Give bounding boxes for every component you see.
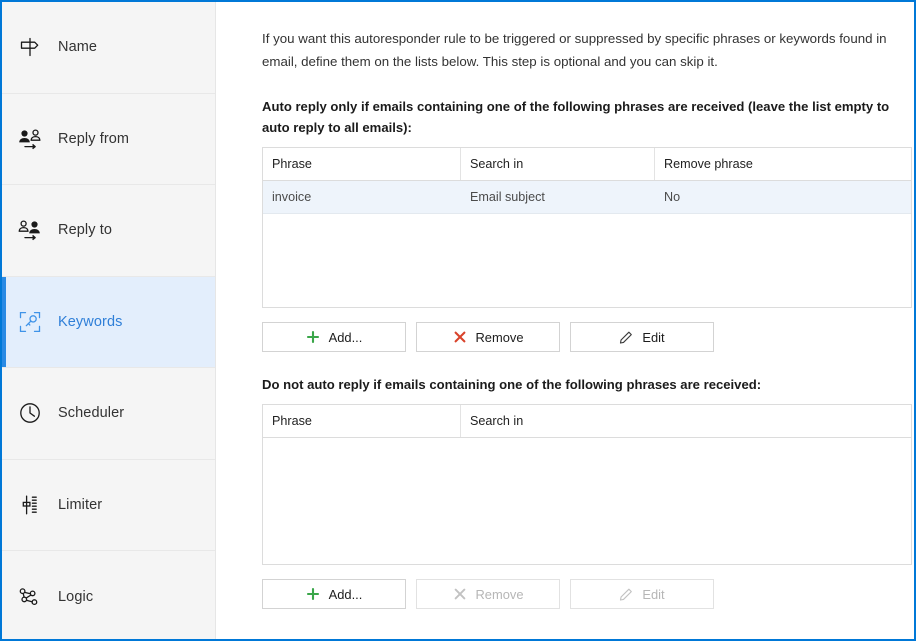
exclude-add-button[interactable]: Add... — [262, 579, 406, 610]
sidebar-item-label: Name — [58, 39, 98, 56]
table-body: invoice Email subject No — [263, 181, 911, 307]
clock-icon — [2, 400, 58, 426]
include-add-button[interactable]: Add... — [262, 322, 406, 353]
keyword-scan-icon — [2, 309, 58, 335]
include-edit-label: Edit — [642, 329, 665, 345]
signpost-icon — [2, 34, 58, 60]
reply-to-icon — [2, 217, 58, 243]
step-description: If you want this autoresponder rule to b… — [262, 31, 887, 69]
exclude-remove-label: Remove — [475, 586, 524, 602]
column-header-search-in[interactable]: Search in — [461, 405, 911, 437]
exclude-list-label: Do not auto reply if emails containing o… — [262, 377, 762, 393]
reply-from-icon — [2, 126, 58, 152]
exclude-remove-button: Remove — [416, 579, 560, 610]
table-header-row: Phrase Search in Remove phrase — [263, 148, 911, 182]
column-header-phrase[interactable]: Phrase — [263, 148, 461, 181]
include-list-label: Auto reply only if emails containing one… — [262, 98, 890, 135]
sidebar-item-limiter[interactable]: Limiter — [2, 459, 215, 551]
autoresponder-wizard-window: Name Reply from Reply to Keywords Schedu… — [0, 0, 916, 641]
exclude-add-label: Add... — [328, 586, 363, 602]
table-header-row: Phrase Search in — [263, 405, 911, 439]
sidebar-item-label: Logic — [58, 588, 94, 605]
include-edit-button[interactable]: Edit — [570, 322, 714, 353]
sidebar-item-keywords[interactable]: Keywords — [2, 276, 215, 368]
include-list-actions: Add... Remove Edit — [262, 322, 904, 353]
slider-icon — [2, 492, 58, 518]
include-phrases-table[interactable]: Phrase Search in Remove phrase invoice E… — [262, 147, 912, 309]
sidebar-item-label: Keywords — [58, 313, 123, 330]
sidebar-item-label: Scheduler — [58, 405, 125, 422]
cell-search-in: Email subject — [470, 190, 545, 205]
cell-phrase: invoice — [272, 190, 312, 205]
sidebar-item-scheduler[interactable]: Scheduler — [2, 368, 215, 460]
sidebar-item-label: Limiter — [58, 496, 103, 513]
include-add-label: Add... — [328, 329, 363, 345]
cross-icon — [453, 330, 467, 344]
sidebar-item-reply-to[interactable]: Reply to — [2, 185, 215, 277]
exclude-edit-button: Edit — [570, 579, 714, 610]
sidebar-item-label: Reply to — [58, 222, 112, 239]
plus-icon — [306, 330, 320, 344]
sidebar-item-label: Reply from — [58, 130, 130, 147]
table-row[interactable]: invoice Email subject No — [263, 181, 911, 215]
pencil-icon — [619, 587, 633, 601]
keywords-step-panel: If you want this autoresponder rule to b… — [216, 2, 914, 639]
exclude-phrases-table[interactable]: Phrase Search in — [262, 404, 912, 566]
table-body-empty — [263, 438, 911, 564]
column-header-search-in[interactable]: Search in — [461, 148, 655, 181]
wizard-sidebar: Name Reply from Reply to Keywords Schedu… — [2, 2, 216, 639]
include-remove-button[interactable]: Remove — [416, 322, 560, 353]
include-remove-label: Remove — [475, 329, 524, 345]
cross-icon — [453, 587, 467, 601]
node-graph-icon — [2, 584, 58, 610]
cell-remove-phrase: No — [664, 190, 681, 205]
column-header-remove-phrase[interactable]: Remove phrase — [655, 148, 911, 180]
sidebar-item-reply-from[interactable]: Reply from — [2, 93, 215, 185]
exclude-edit-label: Edit — [642, 586, 665, 602]
plus-icon — [306, 587, 320, 601]
column-header-phrase[interactable]: Phrase — [263, 405, 461, 438]
sidebar-item-name[interactable]: Name — [2, 2, 215, 94]
exclude-list-actions: Add... Remove Edit — [262, 579, 904, 610]
pencil-icon — [619, 330, 633, 344]
sidebar-item-logic[interactable]: Logic — [2, 551, 215, 639]
